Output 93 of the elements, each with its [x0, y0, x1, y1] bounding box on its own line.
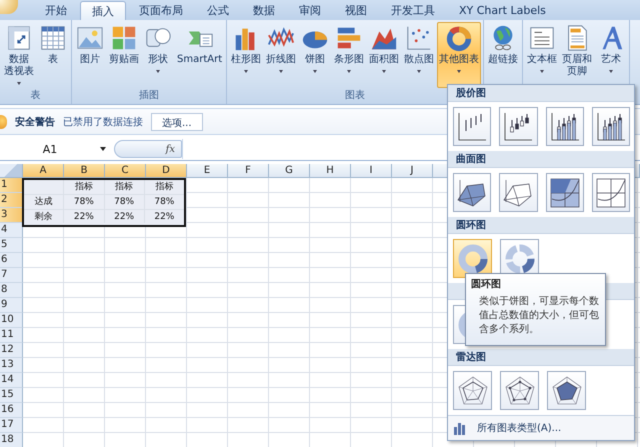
- row-header[interactable]: 6: [0, 253, 23, 268]
- table-cell: 22%: [64, 210, 104, 223]
- chart-type-option[interactable]: [499, 107, 538, 146]
- table-cell: 指标: [104, 180, 145, 195]
- ribbon-tab[interactable]: 公式: [196, 1, 240, 20]
- row-header[interactable]: 1: [0, 178, 23, 193]
- chart-type-option[interactable]: [499, 173, 538, 212]
- ribbon-tab[interactable]: 开始: [34, 1, 78, 20]
- chart-type-option[interactable]: [547, 371, 586, 410]
- bar-chart-icon: [453, 421, 467, 435]
- section-title: 雷达图: [456, 350, 486, 364]
- table-icon: [39, 24, 67, 52]
- ribbon-tab[interactable]: 审阅: [288, 1, 332, 20]
- column-header[interactable]: C: [105, 164, 146, 178]
- ribbon-tab[interactable]: 开发工具: [380, 1, 446, 20]
- table-cell: 78%: [144, 195, 184, 210]
- ribbon-button[interactable]: 面积图: [367, 22, 402, 88]
- column-header[interactable]: B: [64, 164, 105, 178]
- row-header[interactable]: 17: [0, 418, 23, 433]
- donut-chart-icon: [456, 242, 490, 276]
- ribbon-button[interactable]: 图片: [74, 22, 106, 88]
- row-header[interactable]: 4: [0, 223, 23, 238]
- chart-type-option[interactable]: [500, 371, 539, 410]
- ribbon-button[interactable]: 表: [37, 22, 69, 88]
- group-label: 插图: [139, 90, 160, 101]
- tooltip-title: 圆环图: [471, 278, 502, 291]
- table-cell: 78%: [104, 195, 145, 210]
- donut-chart-icon: [502, 242, 536, 276]
- row-header[interactable]: 9: [0, 298, 23, 313]
- warning-message: 已禁用了数据连接: [63, 116, 143, 128]
- column-header[interactable]: I: [351, 164, 392, 178]
- ribbon-tab[interactable]: 插入: [80, 1, 126, 20]
- clipart-icon: [110, 24, 138, 52]
- chart-type-option[interactable]: [453, 371, 492, 410]
- ribbon-button[interactable]: 散点图: [402, 22, 436, 88]
- ribbon-button[interactable]: 饼图: [299, 22, 332, 88]
- row-header[interactable]: 2: [0, 193, 23, 208]
- row-header[interactable]: 14: [0, 373, 23, 388]
- dropdown-icon[interactable]: [100, 147, 106, 151]
- row-header[interactable]: 11: [0, 328, 23, 343]
- group-label: 表: [30, 90, 40, 101]
- column-header[interactable]: H: [310, 164, 351, 178]
- row-header[interactable]: 5: [0, 238, 23, 253]
- row-header[interactable]: 15: [0, 388, 23, 403]
- ribbon-tab[interactable]: XY Chart Labels: [448, 1, 557, 20]
- row-header[interactable]: 16: [0, 403, 23, 418]
- table-cell: 剩余: [24, 210, 64, 223]
- chart-type-option[interactable]: [453, 107, 492, 146]
- ribbon-button[interactable]: 条形图: [332, 22, 366, 88]
- column-header[interactable]: F: [228, 164, 269, 178]
- chart-type-option[interactable]: [546, 173, 584, 212]
- row-header[interactable]: 13: [0, 358, 23, 373]
- ribbon-tab[interactable]: 数据: [242, 1, 286, 20]
- ribbon-button[interactable]: 柱形图: [229, 22, 264, 88]
- chart-type-option[interactable]: [453, 173, 492, 212]
- row-header[interactable]: 7: [0, 268, 23, 283]
- section-title: 股价图: [456, 86, 486, 100]
- table-cell: 指标: [144, 180, 184, 195]
- options-button[interactable]: 选项...: [151, 112, 203, 130]
- row-header[interactable]: 3: [0, 208, 23, 223]
- ribbon-button[interactable]: 数据 透视表: [2, 22, 36, 88]
- table-cell: 指标: [64, 180, 104, 195]
- tooltip-text: 类似于饼图，可显示每个数值占总数值的大小，但可包含多个系列。: [478, 294, 600, 337]
- section-title: 圆环图: [456, 219, 486, 232]
- section-title: 曲面图: [456, 152, 486, 166]
- function-button[interactable]: fx: [166, 144, 175, 154]
- column-header[interactable]: J: [392, 164, 433, 178]
- row-header[interactable]: 10: [0, 313, 23, 328]
- ribbon-button[interactable]: 折线图: [264, 22, 298, 88]
- group-label: 图表: [345, 90, 366, 101]
- column-header[interactable]: E: [187, 164, 228, 178]
- surface-chart-icon: [548, 176, 582, 210]
- ribbon-tab[interactable]: 页面布局: [128, 1, 194, 20]
- row-header[interactable]: 18: [0, 433, 23, 447]
- chart-type-option[interactable]: [546, 107, 584, 146]
- column-header[interactable]: G: [269, 164, 310, 178]
- column-header[interactable]: D: [146, 164, 187, 178]
- surface-chart-icon: [594, 176, 628, 210]
- column-header[interactable]: A: [23, 164, 64, 178]
- row-header[interactable]: 12: [0, 343, 23, 358]
- chart-type-option[interactable]: [592, 107, 630, 146]
- name-box[interactable]: A1: [0, 142, 100, 156]
- table-cell: 78%: [64, 195, 104, 210]
- ribbon-tab[interactable]: 视图: [334, 1, 378, 20]
- table-cell-text: 22%: [153, 211, 176, 223]
- ribbon-button[interactable]: 形状: [142, 22, 174, 88]
- ribbon-button[interactable]: 剪贴画: [107, 22, 141, 88]
- warning-title: 安全警告: [15, 115, 55, 128]
- ribbon-button[interactable]: SmartArt: [175, 22, 224, 88]
- table-cell: 22%: [104, 210, 145, 223]
- ribbon-button[interactable]: 其他图表: [437, 22, 482, 88]
- table-cell: 达成: [24, 195, 64, 210]
- row-header[interactable]: 8: [0, 283, 23, 298]
